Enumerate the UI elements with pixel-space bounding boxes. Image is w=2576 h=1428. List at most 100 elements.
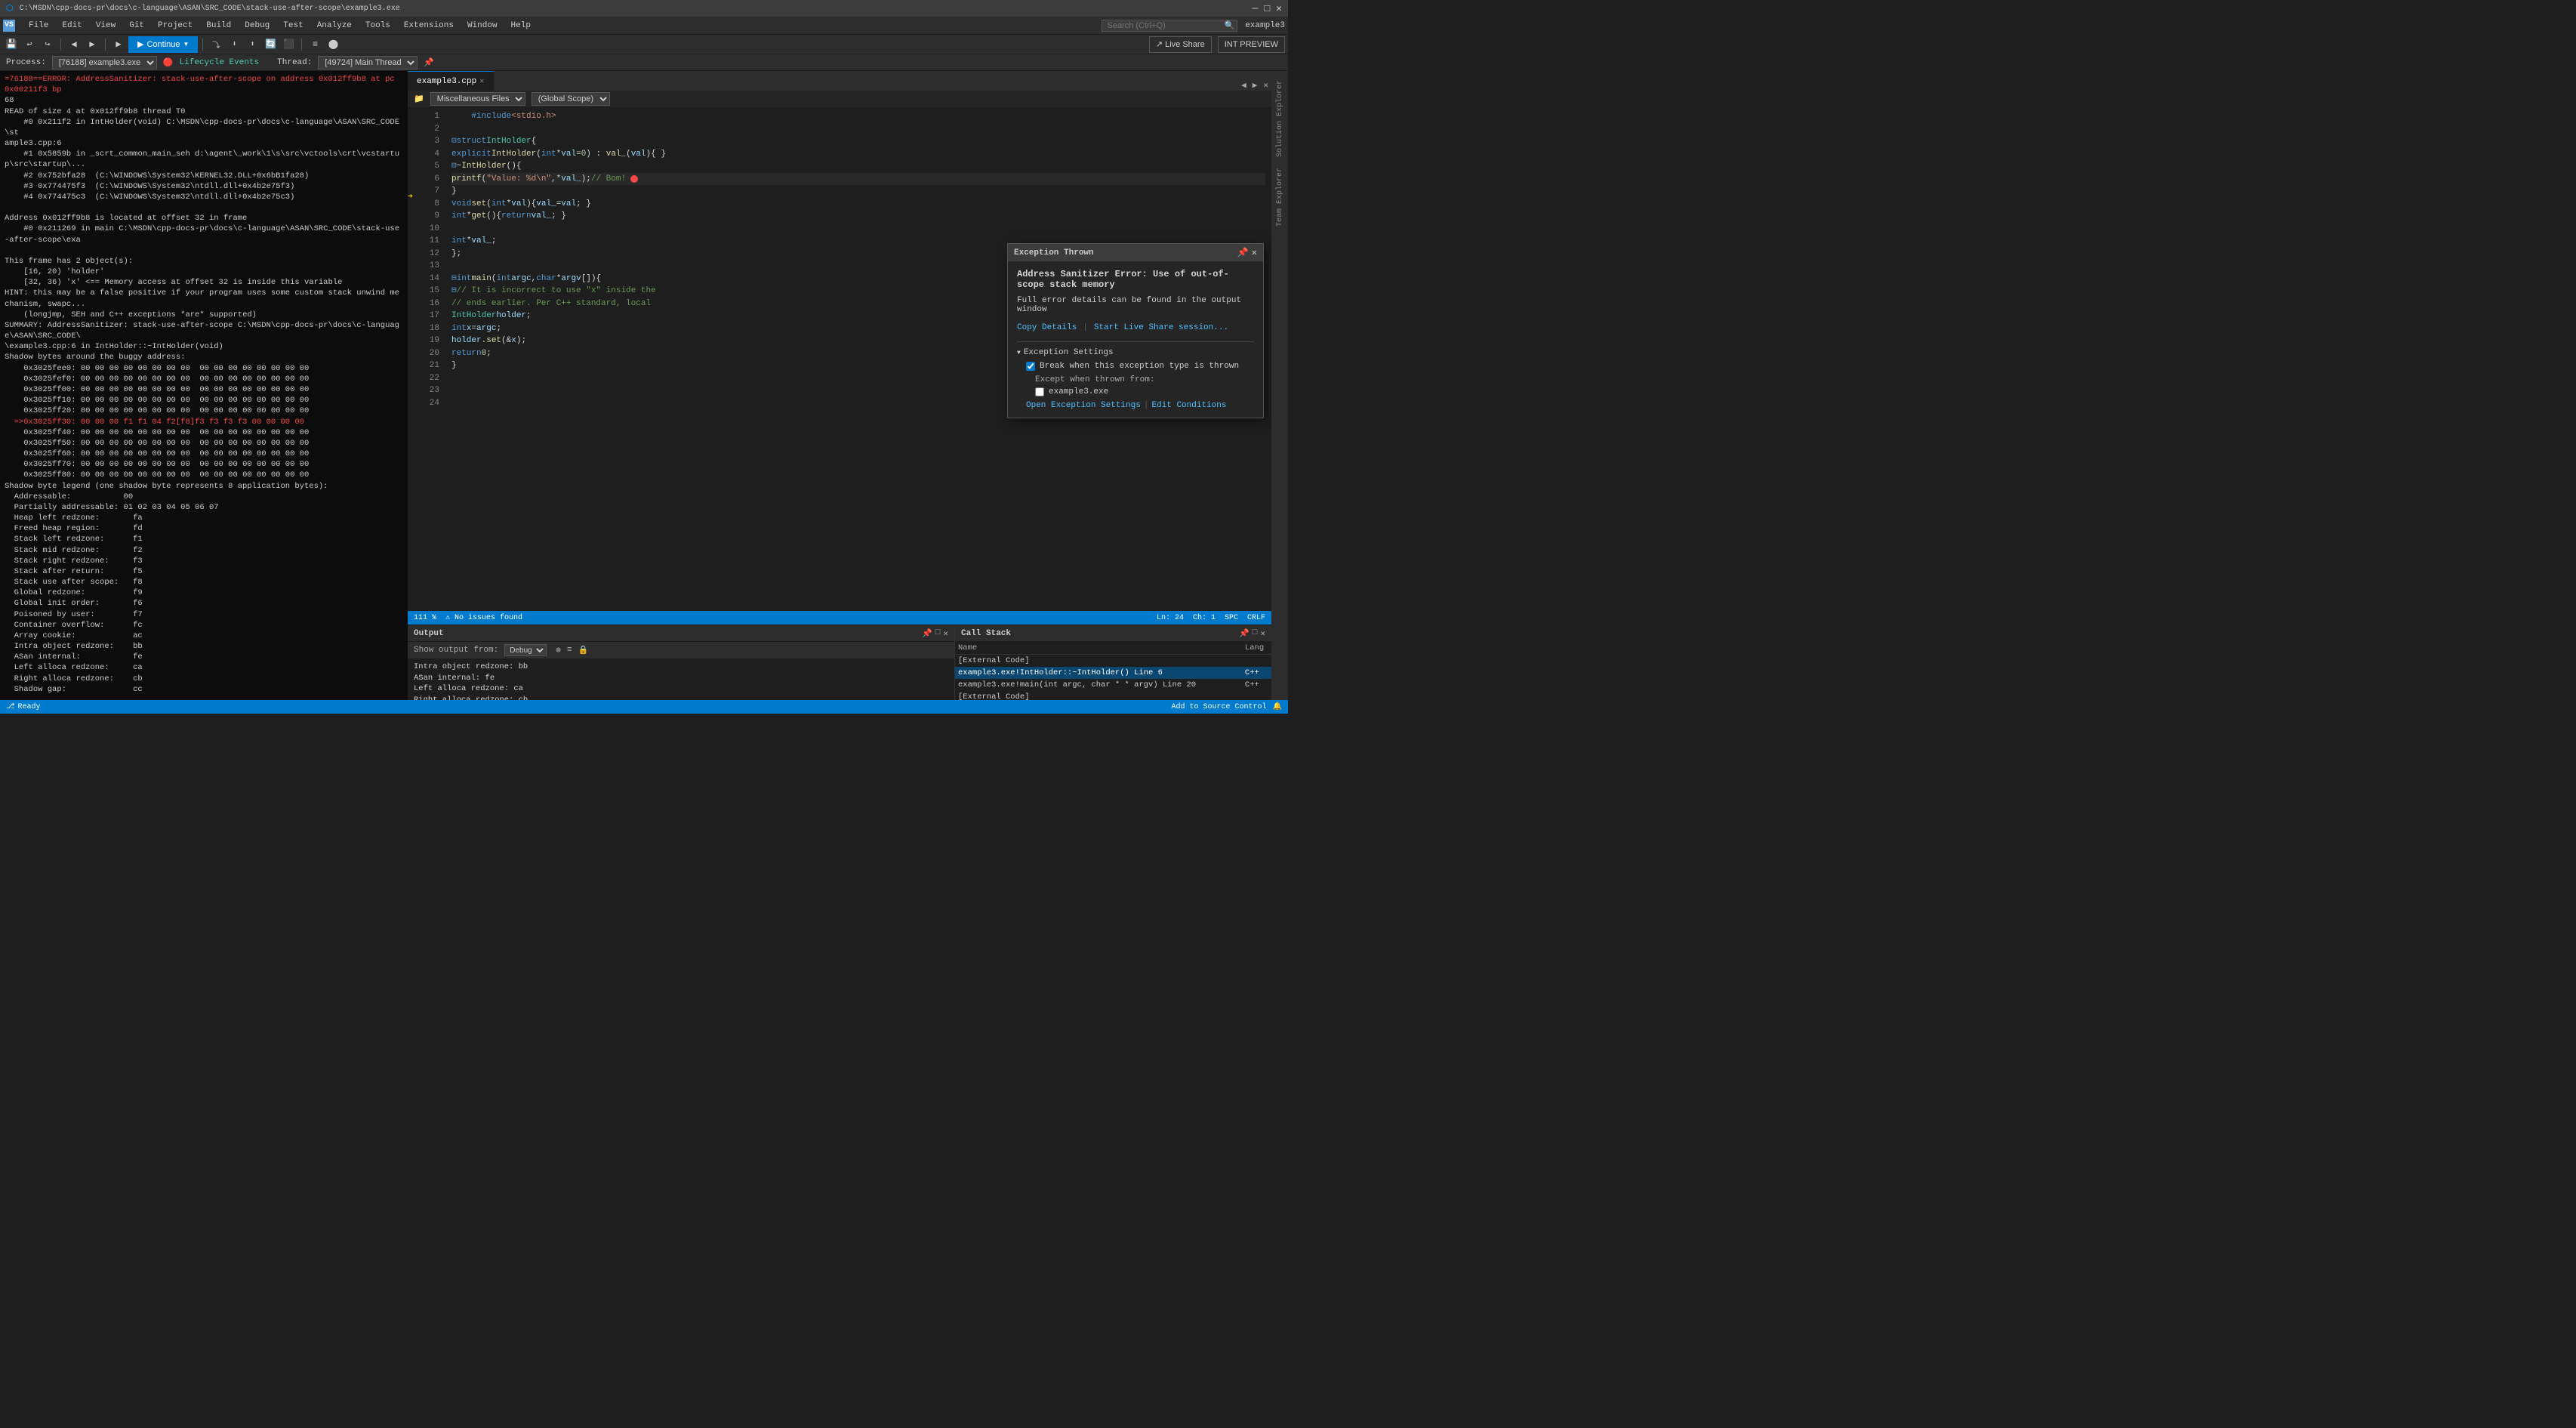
maximize-btn[interactable]: □ xyxy=(1264,3,1270,14)
call-stack-maximize-icon[interactable]: □ xyxy=(1253,628,1258,639)
close-all-icon[interactable]: ✕ xyxy=(1260,80,1271,91)
pin-icon[interactable]: 📌 xyxy=(424,57,434,68)
code-line-10 xyxy=(451,223,1265,236)
break-on-throw-checkbox[interactable] xyxy=(1026,362,1035,371)
output-line: Intra object redzone: bb xyxy=(414,662,948,673)
output-maximize-icon[interactable]: □ xyxy=(935,628,941,639)
lifecycle-label[interactable]: Lifecycle Events xyxy=(180,58,260,67)
call-stack-row-active[interactable]: example3.exe!IntHolder::~IntHolder() Lin… xyxy=(955,667,1271,679)
menu-window[interactable]: Window xyxy=(461,20,504,32)
thread-dropdown[interactable]: [49724] Main Thread xyxy=(318,56,418,69)
search-input[interactable] xyxy=(1102,20,1237,32)
undo-icon[interactable]: ↩ xyxy=(21,36,38,53)
notification-icon[interactable]: 🔔 xyxy=(1273,702,1282,711)
issues-indicator[interactable]: ⚠ No issues found xyxy=(445,613,522,622)
stop-icon[interactable]: ⬛ xyxy=(280,36,297,53)
call-stack-row[interactable]: [External Code] xyxy=(955,655,1271,668)
call-stack-row[interactable]: [External Code] xyxy=(955,691,1271,700)
menu-debug[interactable]: Debug xyxy=(239,20,276,32)
step-into-icon[interactable]: ⬇ xyxy=(226,36,242,53)
terminal-line: ample3.cpp:6 xyxy=(5,138,403,149)
process-dropdown[interactable]: [76188] example3.exe xyxy=(52,56,157,69)
call-stack-row[interactable]: example3.exe!main(int argc, char * * arg… xyxy=(955,679,1271,691)
close-btn[interactable]: ✕ xyxy=(1276,3,1282,14)
open-exception-settings-link[interactable]: Open Exception Settings xyxy=(1026,401,1141,410)
spacing-mode[interactable]: SPC xyxy=(1225,614,1238,622)
continue-button[interactable]: ▶ Continue ▼ xyxy=(128,36,198,53)
lock-output-icon[interactable]: 🔒 xyxy=(578,645,588,655)
menu-test[interactable]: Test xyxy=(277,20,309,32)
step-out-icon[interactable]: ⬆ xyxy=(244,36,260,53)
menu-analyze[interactable]: Analyze xyxy=(311,20,358,32)
menu-tools[interactable]: Tools xyxy=(359,20,396,32)
menu-git[interactable]: Git xyxy=(123,20,150,32)
menu-file[interactable]: File xyxy=(23,20,54,32)
terminal-line: SUMMARY: AddressSanitizer: stack-use-aft… xyxy=(5,320,403,341)
menu-project[interactable]: Project xyxy=(152,20,199,32)
line-ending[interactable]: CRLF xyxy=(1247,614,1265,622)
step-over-icon[interactable]: ⤵ xyxy=(208,36,224,53)
scope-dropdown[interactable]: (Global Scope) xyxy=(532,92,610,106)
output-close-icon[interactable]: ✕ xyxy=(943,628,948,639)
tab-close-icon[interactable]: ✕ xyxy=(479,77,484,86)
output-pin-icon[interactable]: 📌 xyxy=(922,628,932,639)
threads-icon[interactable]: ≡ xyxy=(307,36,323,53)
col-lang: Lang xyxy=(1242,642,1271,655)
call-stack-pin-icon[interactable]: 📌 xyxy=(1239,628,1249,639)
menu-edit[interactable]: Edit xyxy=(56,20,88,32)
terminal-line: Global init order: f6 xyxy=(5,598,403,609)
toolbar-sep-2 xyxy=(105,39,106,51)
terminal-line: Left alloca redzone: ca xyxy=(5,662,403,673)
global-status-bar: ⎇ Ready Add to Source Control 🔔 xyxy=(0,700,1288,714)
live-share-label: Live Share xyxy=(1165,40,1205,49)
nav-fwd-icon[interactable]: ▶ xyxy=(84,36,100,53)
tab-example3cpp[interactable]: example3.cpp ✕ xyxy=(408,71,494,91)
menu-help[interactable]: Help xyxy=(505,20,537,32)
code-editor[interactable]: ➜ 12345 678910 1112131415 1617181920 212… xyxy=(408,107,1271,611)
terminal-line: 0x3025ff10: 00 00 00 00 00 00 00 00 00 0… xyxy=(5,395,403,406)
terminal-line: =76188==ERROR: AddressSanitizer: stack-u… xyxy=(5,74,403,95)
clear-output-icon[interactable]: ⊗ xyxy=(556,645,561,655)
restart-icon[interactable]: 🔄 xyxy=(262,36,279,53)
title-path: C:\MSDN\cpp-docs-pr\docs\c-language\ASAN… xyxy=(20,5,1253,13)
redo-icon[interactable]: ↪ xyxy=(39,36,56,53)
copy-details-link[interactable]: Copy Details xyxy=(1017,323,1077,332)
solution-explorer-btn[interactable]: Solution Explorer xyxy=(1276,77,1284,160)
menu-view[interactable]: View xyxy=(90,20,122,32)
edit-conditions-link[interactable]: Edit Conditions xyxy=(1151,401,1226,410)
output-source-dropdown[interactable]: Debug xyxy=(504,644,547,656)
cursor-ln: Ln: 24 xyxy=(1157,614,1184,622)
terminal-line: Heap left redzone: fa xyxy=(5,513,403,523)
add-source-control[interactable]: Add to Source Control xyxy=(1172,703,1267,711)
continue-dropdown-icon[interactable]: ▼ xyxy=(183,41,190,48)
live-share-button[interactable]: ↗ Live Share xyxy=(1149,36,1212,53)
example3exe-checkbox[interactable] xyxy=(1035,387,1044,396)
pin-popup-icon[interactable]: 📌 xyxy=(1237,247,1249,258)
zoom-level[interactable]: 111 % xyxy=(414,614,436,622)
files-dropdown[interactable]: Miscellaneous Files xyxy=(430,92,525,106)
chevron-down-icon[interactable]: ▼ xyxy=(1017,350,1021,356)
call-stack-close-icon[interactable]: ✕ xyxy=(1260,628,1265,639)
exception-body: Address Sanitizer Error: Use of out-of-s… xyxy=(1008,261,1263,418)
scroll-left-icon[interactable]: ◀ xyxy=(1238,80,1249,91)
live-share-session-link[interactable]: Start Live Share session... xyxy=(1094,323,1228,332)
team-explorer-btn[interactable]: Team Explorer xyxy=(1276,165,1284,230)
output-panel-header: Output 📌 □ ✕ xyxy=(408,625,954,642)
toggle-word-wrap-icon[interactable]: ≡ xyxy=(567,646,572,655)
start-icon[interactable]: ▶ xyxy=(110,36,127,53)
output-panel: Output 📌 □ ✕ Show output from: Debug ⊗ xyxy=(408,625,954,700)
scroll-right-icon[interactable]: ▶ xyxy=(1249,80,1261,91)
close-popup-btn[interactable]: ✕ xyxy=(1252,247,1257,258)
int-preview-button[interactable]: INT PREVIEW xyxy=(1218,36,1285,53)
cs-name: [External Code] xyxy=(955,691,1242,700)
bottom-panels: Output 📌 □ ✕ Show output from: Debug ⊗ xyxy=(408,625,1271,700)
menu-extensions[interactable]: Extensions xyxy=(398,20,460,32)
minimize-btn[interactable]: ─ xyxy=(1253,3,1259,14)
menu-build[interactable]: Build xyxy=(200,20,237,32)
call-stack-title: Call Stack xyxy=(961,629,1011,638)
terminal-panel: =76188==ERROR: AddressSanitizer: stack-u… xyxy=(0,71,408,700)
breakpoints-icon[interactable]: ⬤ xyxy=(325,36,341,53)
save-icon[interactable]: 💾 xyxy=(3,36,20,53)
nav-back-icon[interactable]: ◀ xyxy=(66,36,82,53)
code-line-7: } xyxy=(451,185,1265,198)
